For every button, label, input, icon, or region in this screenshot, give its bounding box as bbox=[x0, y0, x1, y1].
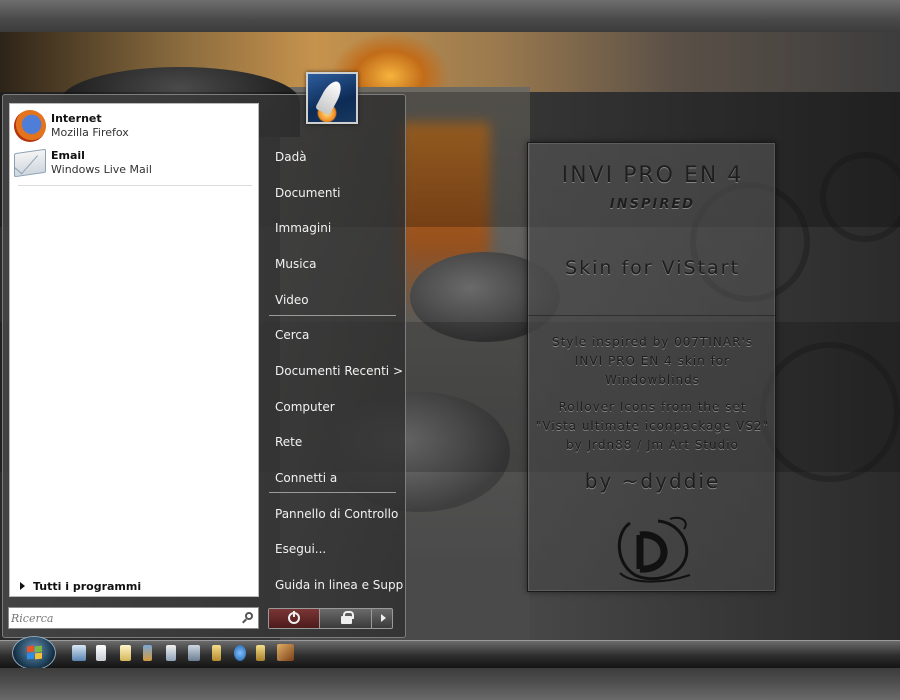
search-icon-handle bbox=[242, 618, 247, 624]
credit-line: INVI PRO EN 4 skin for bbox=[574, 354, 731, 368]
rollover-line: Rollover Icons from the set bbox=[558, 400, 747, 414]
wallpaper-swirl bbox=[760, 342, 900, 482]
panel-author: by ~dyddie bbox=[584, 469, 721, 493]
pinned-item-email[interactable]: Email Windows Live Mail bbox=[12, 145, 256, 181]
menu-item-rete[interactable]: Rete bbox=[275, 435, 302, 449]
pinned-item-title: Internet bbox=[51, 112, 102, 125]
notepad-icon[interactable] bbox=[120, 645, 131, 661]
wallpaper-swirl bbox=[820, 152, 900, 242]
menu-item-video[interactable]: Video bbox=[275, 293, 309, 307]
menu-item-computer[interactable]: Computer bbox=[275, 400, 335, 414]
pinned-item-subtitle: Windows Live Mail bbox=[51, 163, 152, 176]
rollover-line: "Vista ultimate iconpackage VS2" bbox=[535, 419, 770, 433]
menu-item-immagini[interactable]: Immagini bbox=[275, 221, 331, 235]
menu-divider bbox=[269, 492, 396, 493]
menu-item-guida[interactable]: Guida in linea e Supp bbox=[275, 578, 403, 592]
paint-icon[interactable] bbox=[143, 645, 152, 661]
desktop: INVI PRO EN 4 INSPIRED Skin for ViStart … bbox=[0, 0, 900, 700]
author-logo-icon bbox=[617, 516, 691, 583]
pinned-programs-pane: Internet Mozilla Firefox Email Windows L… bbox=[9, 103, 259, 597]
window-frame-bottom bbox=[0, 668, 900, 700]
taskbar bbox=[0, 640, 900, 668]
explorer-icon[interactable] bbox=[166, 645, 176, 661]
lock-icon bbox=[341, 611, 354, 624]
start-button[interactable] bbox=[12, 636, 56, 670]
window-frame-top bbox=[0, 0, 900, 32]
pinned-item-internet[interactable]: Internet Mozilla Firefox bbox=[12, 108, 256, 144]
firefox-icon bbox=[14, 110, 46, 142]
lock-button[interactable] bbox=[321, 609, 372, 628]
panel-skin-label: Skin for ViStart bbox=[565, 257, 740, 279]
pinned-divider bbox=[18, 185, 252, 186]
menu-item-musica[interactable]: Musica bbox=[275, 257, 317, 271]
settings-icon[interactable] bbox=[188, 645, 200, 661]
skin-info-panel: INVI PRO EN 4 INSPIRED Skin for ViStart … bbox=[527, 142, 776, 592]
power-controls bbox=[268, 608, 393, 629]
arrow-right-icon bbox=[20, 582, 25, 590]
panel-subtitle: INSPIRED bbox=[609, 197, 696, 212]
power-options-button[interactable] bbox=[373, 609, 392, 628]
rocket-icon bbox=[314, 78, 346, 116]
pinned-item-subtitle: Mozilla Firefox bbox=[51, 126, 129, 139]
panel-rollover-credit: Rollover Icons from the set "Vista ultim… bbox=[528, 398, 775, 455]
document-icon[interactable] bbox=[96, 645, 106, 661]
panel-credit: Style inspired by 007TINAR's INVI PRO EN… bbox=[528, 333, 775, 390]
menu-item-cerca[interactable]: Cerca bbox=[275, 328, 309, 342]
shutdown-button[interactable] bbox=[269, 609, 320, 628]
search-box[interactable] bbox=[8, 607, 259, 629]
archive-icon[interactable] bbox=[277, 644, 294, 661]
search-icon[interactable] bbox=[242, 612, 253, 624]
folder-icon[interactable] bbox=[212, 645, 221, 661]
menu-item-dada[interactable]: Dadà bbox=[275, 150, 307, 164]
arrow-right-icon bbox=[381, 614, 386, 622]
search-input[interactable] bbox=[11, 609, 233, 627]
rollover-line: by Jrdn88 / Jm Art Studio bbox=[566, 438, 739, 452]
credit-line: Style inspired by 007TINAR's bbox=[552, 335, 753, 349]
pinned-item-title: Email bbox=[51, 149, 85, 162]
menu-item-pannello-di-controllo[interactable]: Pannello di Controllo bbox=[275, 507, 398, 521]
user-picture[interactable] bbox=[306, 72, 358, 124]
menu-item-documenti[interactable]: Documenti bbox=[275, 186, 341, 200]
panel-divider bbox=[528, 315, 775, 316]
power-icon bbox=[288, 611, 300, 624]
windows-logo-icon bbox=[27, 645, 43, 660]
panel-title: INVI PRO EN 4 bbox=[561, 163, 744, 188]
all-programs-label: Tutti i programmi bbox=[33, 580, 142, 593]
menu-divider bbox=[269, 315, 396, 316]
computer-icon[interactable] bbox=[72, 645, 86, 661]
menu-item-documenti-recenti[interactable]: Documenti Recenti > bbox=[275, 364, 403, 378]
media-icon[interactable] bbox=[234, 645, 246, 661]
menu-item-esegui[interactable]: Esegui... bbox=[275, 542, 326, 556]
all-programs-button[interactable]: Tutti i programmi bbox=[20, 580, 141, 594]
mail-icon bbox=[14, 148, 46, 178]
menu-item-connetti-a[interactable]: Connetti a bbox=[275, 471, 337, 485]
network-icon[interactable] bbox=[256, 645, 265, 661]
credit-line: Windowblinds bbox=[604, 373, 701, 387]
